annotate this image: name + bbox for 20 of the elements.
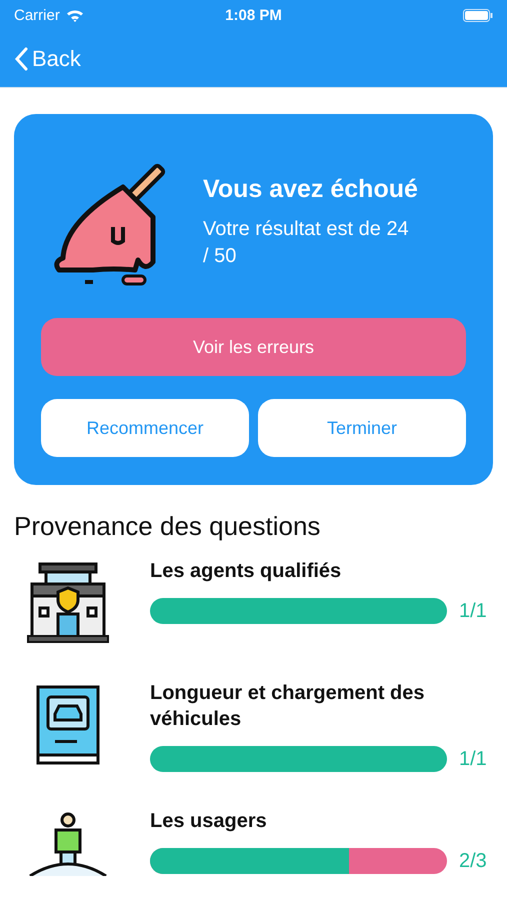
wifi-icon bbox=[66, 8, 84, 22]
result-title: Vous avez échoué bbox=[203, 174, 418, 204]
category-score: 2/3 bbox=[459, 850, 488, 872]
person-on-globe-icon bbox=[28, 812, 108, 876]
carrier-label: Carrier bbox=[14, 6, 60, 24]
back-button[interactable]: Back bbox=[14, 46, 81, 72]
result-text: Votre résultat est de 24 / 50 bbox=[203, 216, 410, 268]
chevron-left-icon bbox=[14, 46, 28, 70]
view-errors-button[interactable]: Voir les erreurs bbox=[41, 318, 466, 376]
battery-icon bbox=[463, 8, 493, 22]
status-time: 1:08 PM bbox=[225, 6, 282, 24]
category-name: Les agents qualifiés bbox=[150, 559, 342, 584]
section-title: Provenance des questions bbox=[14, 511, 322, 542]
category-score: 1/1 bbox=[459, 600, 488, 622]
building-icon bbox=[26, 562, 110, 644]
category-score: 1/1 bbox=[459, 748, 488, 770]
category-name: Les usagers bbox=[150, 809, 268, 834]
category-name: Longueur et chargement des véhicules bbox=[150, 681, 426, 732]
action-button[interactable]: Terminer bbox=[258, 399, 466, 457]
action-button[interactable]: Recommencer bbox=[41, 399, 249, 457]
